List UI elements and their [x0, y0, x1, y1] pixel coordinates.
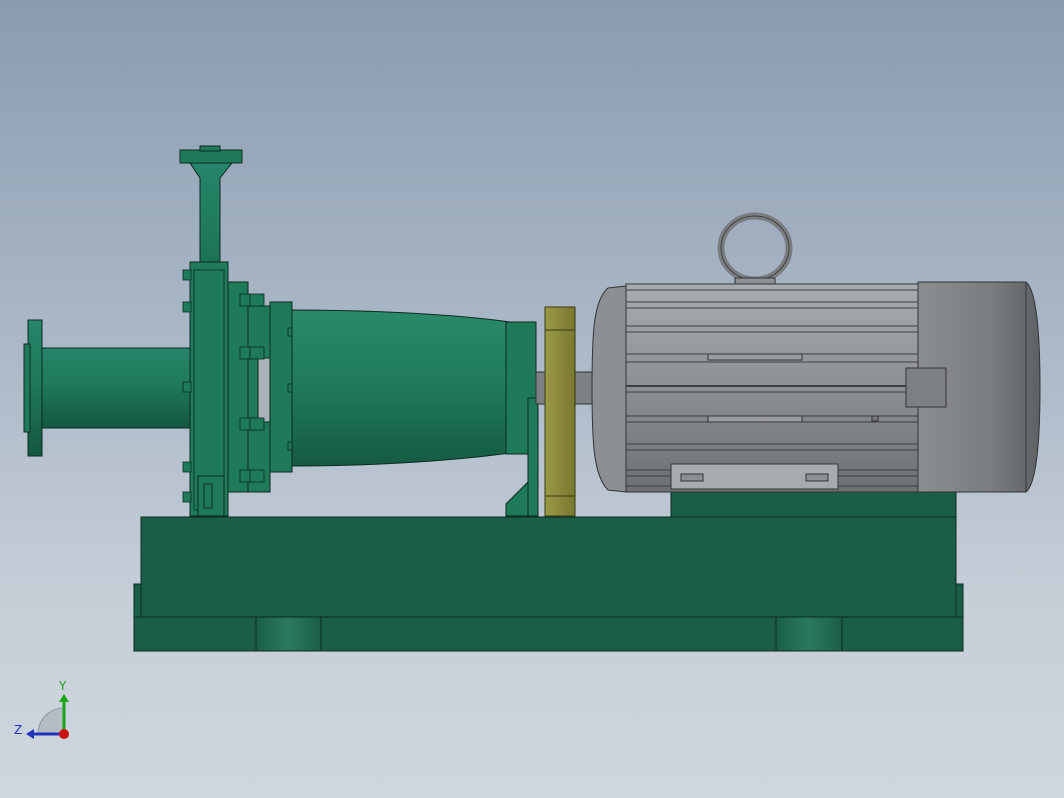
coupling-hub [544, 306, 576, 517]
suction-pipe[interactable] [23, 319, 193, 457]
suction-pipe-body [41, 347, 193, 429]
electric-motor[interactable] [591, 212, 1041, 493]
bearing-housing[interactable] [291, 309, 539, 517]
motor-frame [625, 283, 919, 493]
motor-mount-block [670, 488, 957, 518]
discharge-flange [179, 149, 243, 164]
x-axis-dot [59, 729, 69, 739]
terminal-box [905, 367, 947, 408]
z-axis-label: Z [14, 723, 22, 737]
baseplate-foot-left [255, 616, 322, 652]
view-triad[interactable]: Y Z [14, 679, 69, 739]
y-axis-label: Y [58, 679, 67, 693]
baseplate-top [140, 516, 957, 618]
pump-casing[interactable] [182, 261, 295, 517]
triad-arc [37, 707, 65, 735]
coupling[interactable] [535, 306, 597, 517]
cad-viewport[interactable]: Y Z [0, 0, 1064, 798]
baseplate-foot-right [775, 616, 843, 652]
